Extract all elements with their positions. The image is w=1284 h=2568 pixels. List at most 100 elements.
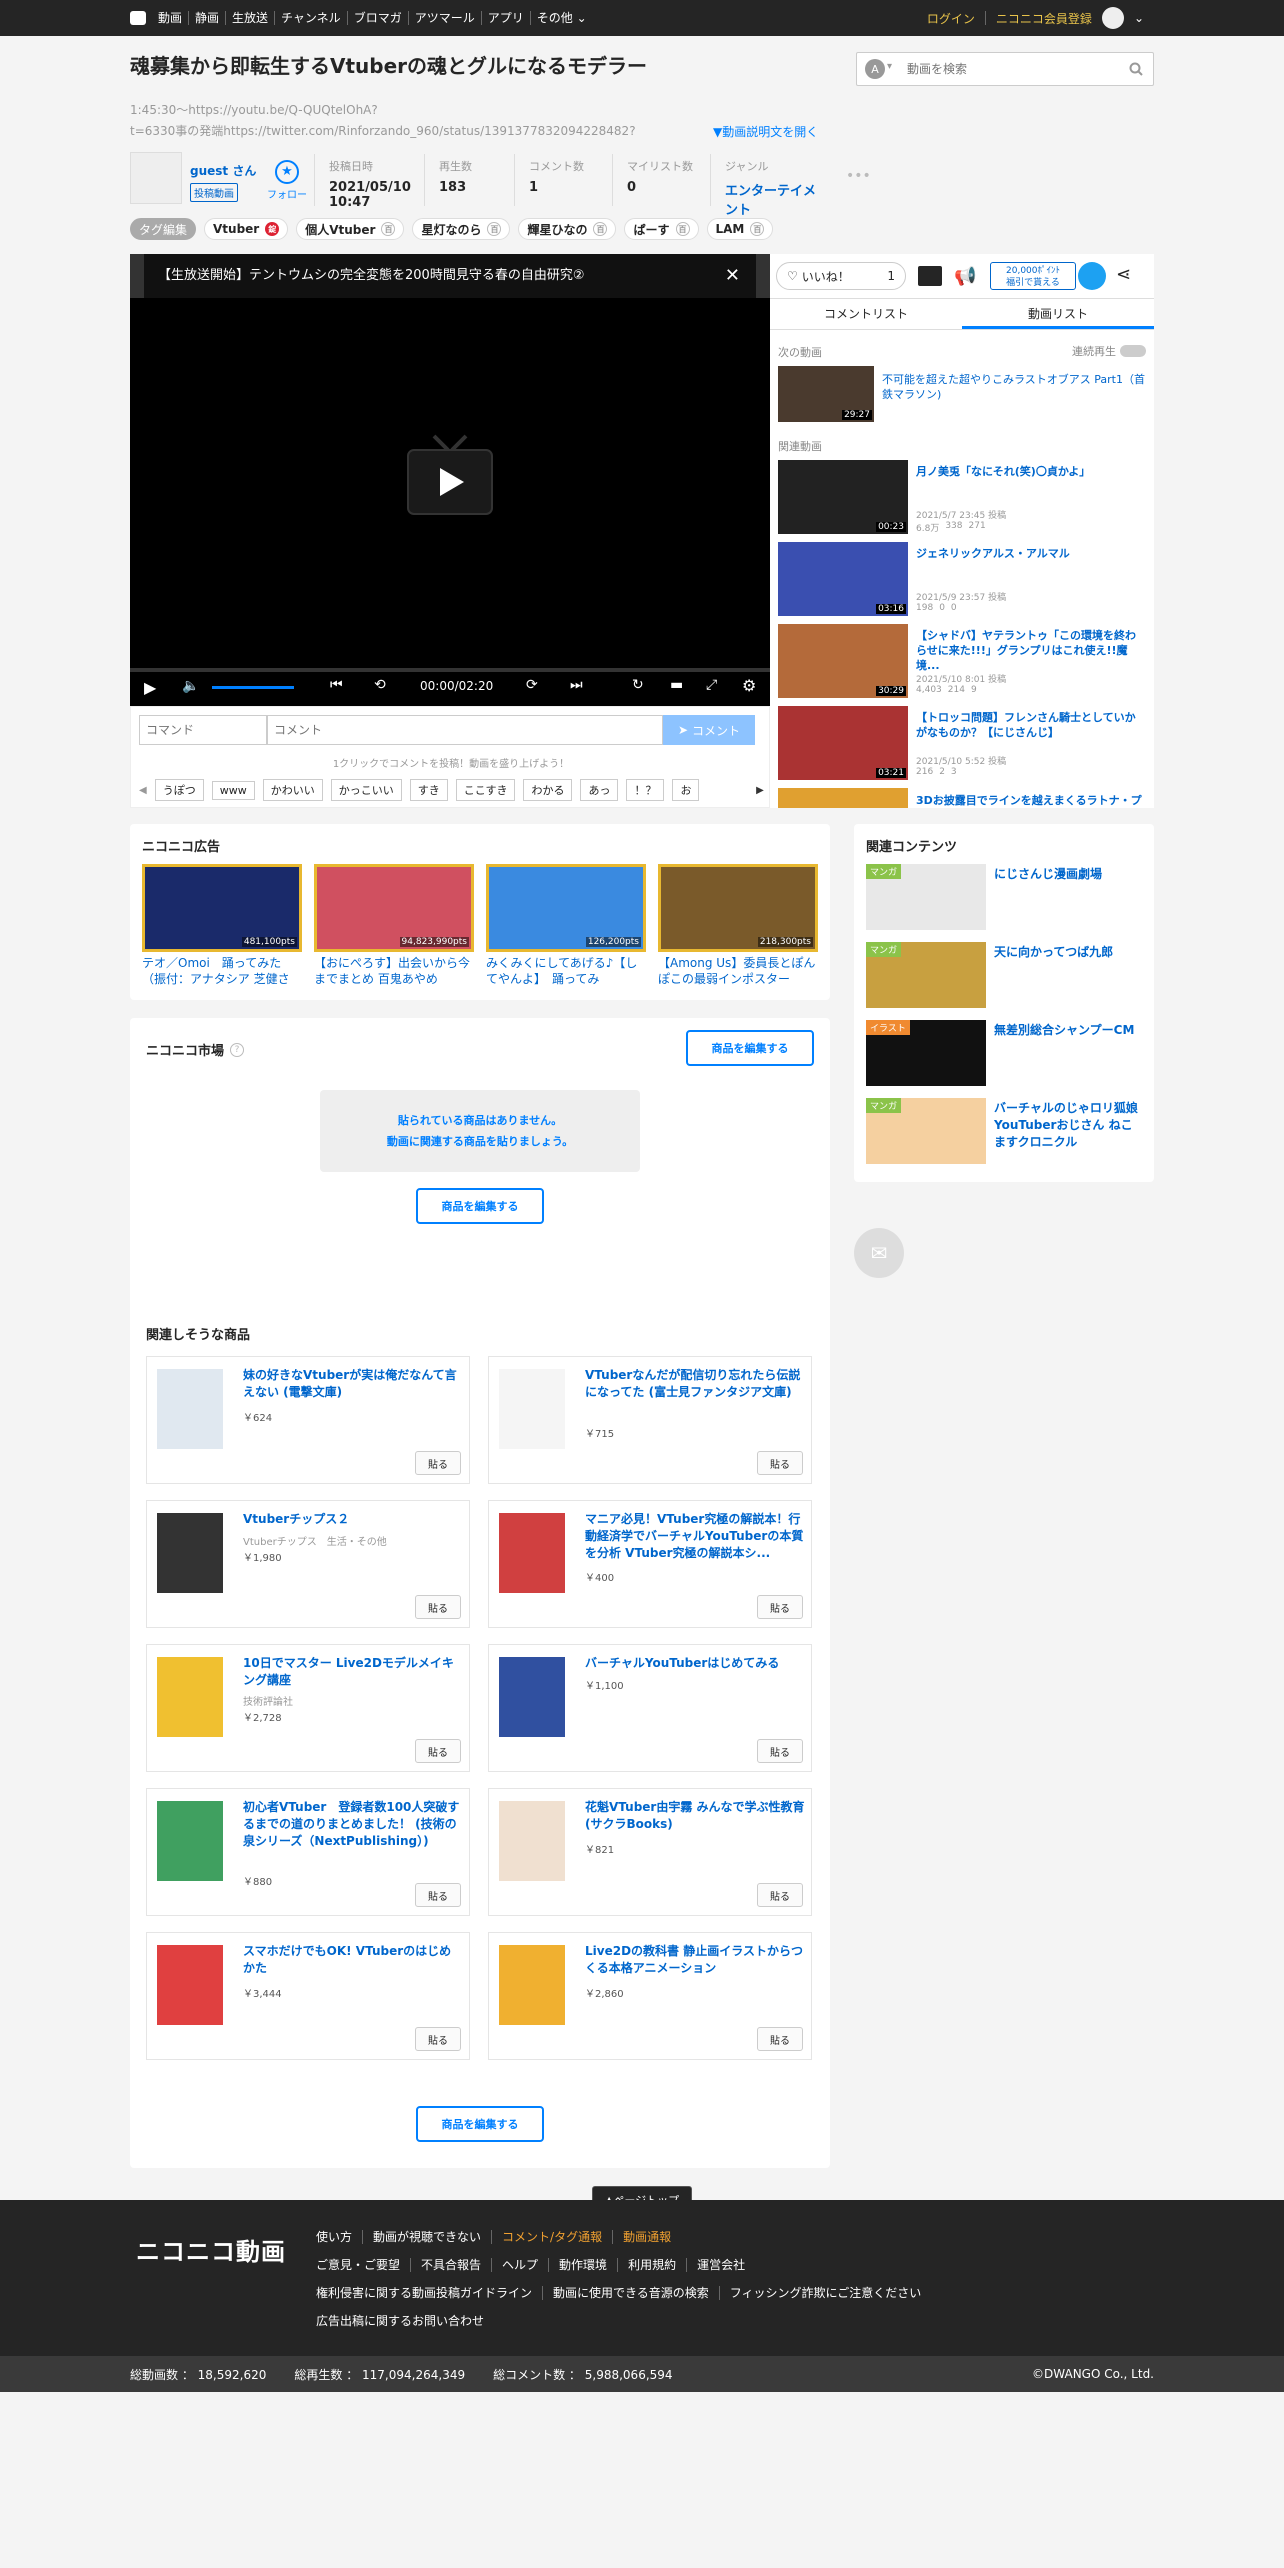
product-image[interactable] xyxy=(157,1513,223,1593)
footer-link[interactable]: 動画に使用できる音源の検索 xyxy=(543,2286,720,2300)
tag-item[interactable]: ぱーす百 xyxy=(624,218,699,240)
dictionary-icon[interactable]: 百 xyxy=(593,222,608,236)
chevron-right-icon[interactable]: ▶ xyxy=(751,777,769,803)
footer-link[interactable]: 動画通報 xyxy=(613,2230,681,2244)
footer-link[interactable]: 不具合報告 xyxy=(411,2258,493,2272)
skip-next-icon[interactable]: ⏭ xyxy=(570,677,583,693)
quick-comment[interactable]: すき xyxy=(409,779,448,801)
quick-comment[interactable]: うぽつ xyxy=(154,779,204,801)
product-title[interactable]: バーチャルYouTuberはじめてみる xyxy=(585,1655,805,1672)
quick-comment[interactable]: あっ xyxy=(580,779,619,801)
product-title[interactable]: Live2Dの教科書 静止画イラストからつくる本格アニメーション xyxy=(585,1943,805,1977)
lottery-points-button[interactable]: 20,000ﾎﾟｲﾝﾄ 福引で貰える xyxy=(990,262,1076,290)
content-item[interactable]: イラスト 無差別総合シャンプーCM xyxy=(866,1020,1146,1088)
search-icon[interactable] xyxy=(1129,62,1143,76)
tag-item[interactable]: 星灯なのら百 xyxy=(412,218,511,240)
related-video-item[interactable]: 3Dお披露目でラインを越えまくるラトナ・プ xyxy=(778,788,1148,808)
footer-link[interactable]: コメント/タグ通報 xyxy=(492,2230,614,2244)
tag-item[interactable]: 輝星ひなの百 xyxy=(518,218,617,240)
paste-button[interactable]: 貼る xyxy=(757,1451,803,1475)
footer-link[interactable]: ご意見・ご要望 xyxy=(306,2258,412,2272)
product-image[interactable] xyxy=(157,1657,223,1737)
ad-item[interactable]: 481,100pts テオ／Omoi 踊ってみた（振付：アナタシア 芝健さ xyxy=(142,864,302,987)
tab-video-list[interactable]: 動画リスト xyxy=(962,299,1154,329)
footer-link[interactable]: 使い方 xyxy=(306,2230,364,2244)
product-title[interactable]: 妹の好きなVtuberが実は俺だなんて言えない (電撃文庫) xyxy=(243,1367,463,1401)
product-title[interactable]: 初心者VTuber 登録者数100人突破するまでの道のりまとめました！ (技術の… xyxy=(243,1799,463,1850)
volume-icon[interactable]: 🔈 xyxy=(182,678,199,694)
footer-link[interactable]: 動作環境 xyxy=(549,2258,619,2272)
footer-link[interactable]: 運営会社 xyxy=(687,2258,755,2272)
edit-products-button[interactable]: 商品を編集する xyxy=(686,1030,814,1066)
paste-button[interactable]: 貼る xyxy=(757,2027,803,2051)
quick-comment[interactable]: ！？ xyxy=(626,779,665,801)
content-item[interactable]: マンガ 天に向かってつば九郎 xyxy=(866,942,1146,1010)
skip-back-icon[interactable]: ⏮ xyxy=(330,677,343,693)
product-title[interactable]: VTuberなんだが配信切り忘れたら伝説になってた (富士見ファンタジア文庫) xyxy=(585,1367,805,1401)
quick-comment[interactable]: ここすき xyxy=(455,779,516,801)
uploader-videos-badge[interactable]: 投稿動画 xyxy=(190,183,238,202)
nav-app[interactable]: アプリ xyxy=(482,11,531,25)
footer-link[interactable]: ヘルプ xyxy=(492,2258,550,2272)
nicoad-megaphone-icon[interactable]: 📢 xyxy=(954,266,976,287)
nav-seiga[interactable]: 静画 xyxy=(189,11,227,25)
chevron-down-icon[interactable]: ⌄ xyxy=(1134,11,1144,25)
related-video-item[interactable]: 30:29 【シャドバ】ヤテラントゥ「この環境を終わらせに来た!!!」グランプリ… xyxy=(778,624,1148,700)
product-image[interactable] xyxy=(157,1945,223,2025)
niconico-home-icon[interactable] xyxy=(130,11,146,25)
content-item[interactable]: マンガ にじさんじ漫画劇場 xyxy=(866,864,1146,932)
tag-item[interactable]: 個人Vtuber 百 xyxy=(296,218,405,240)
video-player[interactable]: 【生放送開始】テントウムシの完全変態を200時間見守る春の自由研究② ✕ xyxy=(130,254,770,706)
next-arrow-icon[interactable] xyxy=(756,254,770,298)
ad-item[interactable]: 126,200pts みくみくにしてあげる♪【してやんよ】 踊ってみ xyxy=(486,864,646,987)
help-icon[interactable]: ? xyxy=(230,1042,245,1057)
close-icon[interactable]: ✕ xyxy=(725,254,740,298)
footer-link[interactable]: 動画が視聴できない xyxy=(363,2230,493,2244)
product-image[interactable] xyxy=(157,1369,223,1449)
quick-comment[interactable]: お xyxy=(672,779,700,801)
footer-logo[interactable]: ニコニコ動画 xyxy=(136,2232,286,2267)
quick-comment[interactable]: わかる xyxy=(523,779,573,801)
follow-button[interactable]: ★ フォロー xyxy=(260,152,314,208)
play-icon[interactable]: ▶ xyxy=(144,678,156,697)
quick-comment[interactable]: かわいい xyxy=(262,779,323,801)
chevron-down-icon[interactable]: ▾ xyxy=(887,61,892,72)
search-type-icon[interactable]: A xyxy=(865,59,885,79)
related-video-item[interactable]: 03:16 ジェネリックアルス・アルマル 2021/5/9 23:57 投稿 1… xyxy=(778,542,1148,618)
comment-submit-button[interactable]: ➤ コメント xyxy=(663,715,755,745)
related-video-item[interactable]: 00:23 月ノ美兎「なにそれ(笑)〇貞かよ」 2021/5/7 23:45 投… xyxy=(778,460,1148,536)
twitter-icon[interactable] xyxy=(1078,262,1106,290)
quick-comment[interactable]: www xyxy=(211,780,255,800)
footer-link[interactable]: 権利侵害に関する動画投稿ガイドライン xyxy=(306,2286,544,2300)
quick-comment[interactable]: かっこいい xyxy=(330,779,402,801)
ad-item[interactable]: 94,823,990pts 【おにぺろす】出会いから今までまとめ 百鬼あやめ xyxy=(314,864,474,987)
prev-arrow-icon[interactable] xyxy=(130,254,144,298)
nav-blomaga[interactable]: ブロマガ xyxy=(348,11,409,25)
forward-10-icon[interactable]: ⟳ xyxy=(526,677,538,693)
chevron-left-icon[interactable]: ◀ xyxy=(139,785,147,796)
nav-douga[interactable]: 動画 xyxy=(152,11,190,25)
tag-item[interactable]: LAM 百 xyxy=(706,218,774,240)
share-icon[interactable]: ⋖ xyxy=(1116,264,1131,285)
product-title[interactable]: マニア必見！VTuber究極の解説本！行動経済学でバーチャルYouTuberの本… xyxy=(585,1511,805,1562)
description-toggle[interactable]: ▼動画説明文を開く xyxy=(713,123,818,140)
comment-toggle-icon[interactable]: ▬ xyxy=(670,677,683,693)
dictionary-icon[interactable]: 百 xyxy=(487,222,502,236)
paste-button[interactable]: 貼る xyxy=(757,1595,803,1619)
nav-more[interactable]: その他 ⌄ xyxy=(531,11,593,25)
product-image[interactable] xyxy=(499,1513,565,1593)
product-image[interactable] xyxy=(499,1945,565,2025)
footer-link[interactable]: 利用規約 xyxy=(618,2258,688,2272)
ad-item[interactable]: 218,300pts 【Among Us】委員長とぽんぽこの最弱インポスター xyxy=(658,864,818,987)
content-item[interactable]: マンガ バーチャルのじゃロリ狐娘YouTuberおじさん ねこますクロニクル xyxy=(866,1098,1146,1170)
nav-atsumaru[interactable]: アツマール xyxy=(409,11,482,25)
tag-item[interactable]: Vtuber 錠 xyxy=(204,218,289,240)
rewind-10-icon[interactable]: ⟲ xyxy=(374,677,386,693)
edit-products-button[interactable]: 商品を編集する xyxy=(416,1188,544,1224)
login-link[interactable]: ログイン xyxy=(927,10,975,27)
command-input[interactable] xyxy=(139,715,267,745)
product-title[interactable]: Vtuberチップス２ xyxy=(243,1511,463,1528)
paste-button[interactable]: 貼る xyxy=(415,1739,461,1763)
product-image[interactable] xyxy=(157,1801,223,1881)
related-video-item[interactable]: 03:21 【トロッコ問題】フレンさん騎士としていかがなものか？【にじさんじ】 … xyxy=(778,706,1148,782)
